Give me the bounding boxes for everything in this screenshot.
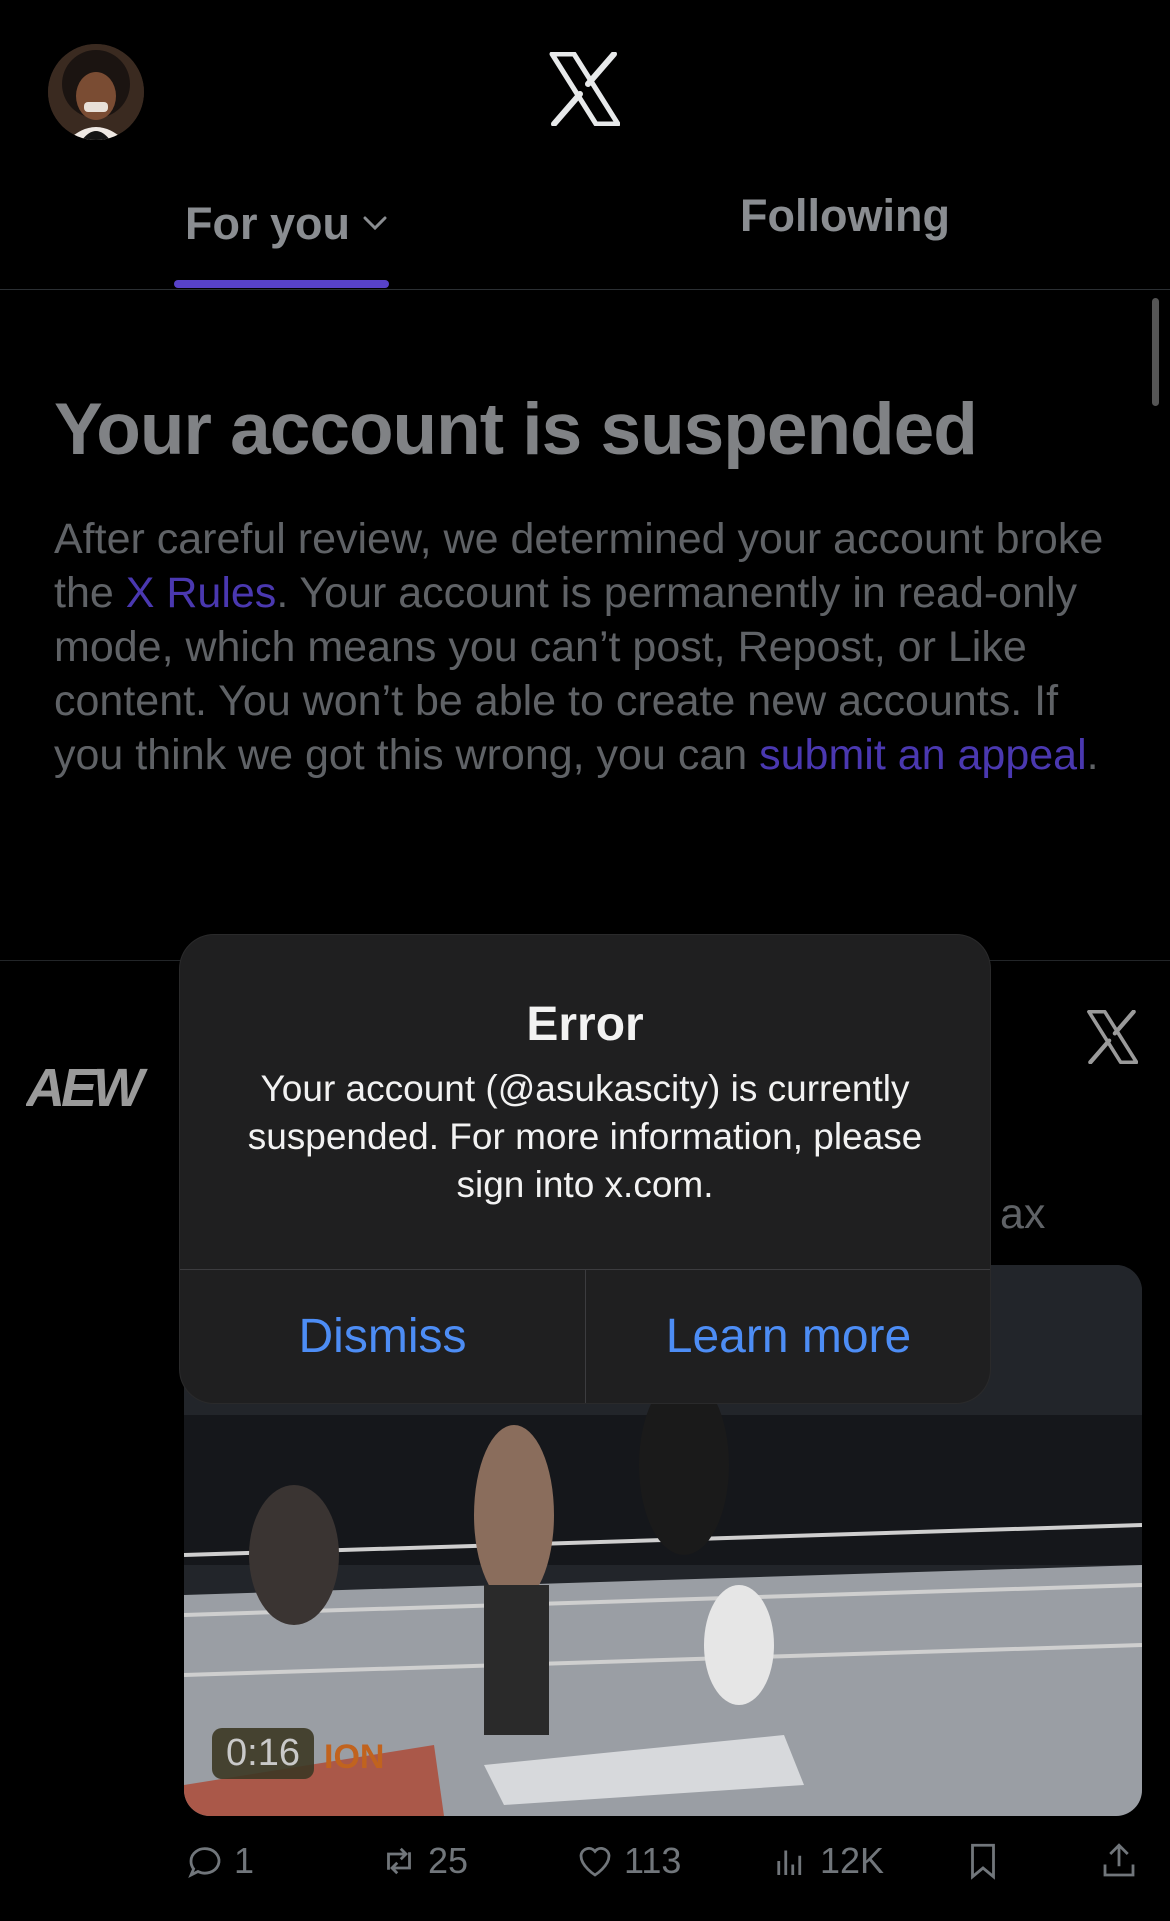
like-count: 113	[624, 1840, 682, 1881]
ion-watermark: ION	[324, 1738, 385, 1776]
x-logo-icon	[549, 52, 620, 126]
aew-logo-text: AEW	[26, 1058, 148, 1114]
views-button[interactable]: 12K	[770, 1836, 884, 1886]
error-alert-dialog: Error Your account (@asukascity) is curr…	[180, 935, 990, 1403]
bookmark-button[interactable]	[962, 1836, 1004, 1886]
suspension-text: .	[1086, 731, 1099, 779]
tab-for-you-label: For you	[185, 198, 350, 249]
aew-logo-icon: AEW	[24, 1058, 152, 1118]
active-tab-indicator	[174, 280, 389, 288]
alert-message: Your account (@asukascity) is currently …	[247, 1068, 923, 1205]
analytics-icon	[777, 1850, 802, 1875]
share-button[interactable]	[1098, 1836, 1140, 1886]
dismiss-button[interactable]: Dismiss	[180, 1269, 585, 1403]
view-count: 12K	[820, 1840, 885, 1881]
heart-icon	[579, 1847, 611, 1877]
aew-author-logo[interactable]: AEW	[24, 1058, 162, 1119]
reply-icon	[188, 1847, 221, 1878]
x-rules-link[interactable]: X Rules	[126, 569, 277, 617]
tweet-text-fragment: ax	[1000, 1190, 1046, 1238]
tab-following[interactable]: Following	[740, 190, 980, 250]
chevron-down-icon	[363, 216, 387, 231]
video-timestamp: 0:16	[212, 1728, 314, 1779]
share-icon	[1103, 1843, 1135, 1877]
suspension-title: Your account is suspended	[54, 389, 978, 470]
x-logo-icon	[1087, 1010, 1138, 1064]
header-divider	[0, 289, 1170, 290]
scrollbar[interactable]	[1152, 298, 1159, 406]
reply-count: 1	[234, 1840, 255, 1881]
alert-title: Error	[526, 998, 644, 1051]
repost-icon	[387, 1847, 411, 1875]
bookmark-icon	[971, 1843, 995, 1880]
repost-button[interactable]: 25	[378, 1836, 468, 1886]
repost-count: 25	[428, 1840, 469, 1881]
like-button[interactable]: 113	[574, 1836, 681, 1886]
suspension-message: After careful review, we determined your…	[54, 512, 1114, 782]
reply-button[interactable]: 1	[184, 1836, 254, 1886]
profile-avatar[interactable]	[48, 44, 144, 140]
submit-appeal-link[interactable]: submit an appeal	[759, 731, 1087, 779]
avatar-image	[48, 44, 144, 140]
learn-more-button[interactable]: Learn more	[586, 1269, 990, 1403]
tab-for-you[interactable]: For you	[150, 190, 410, 290]
